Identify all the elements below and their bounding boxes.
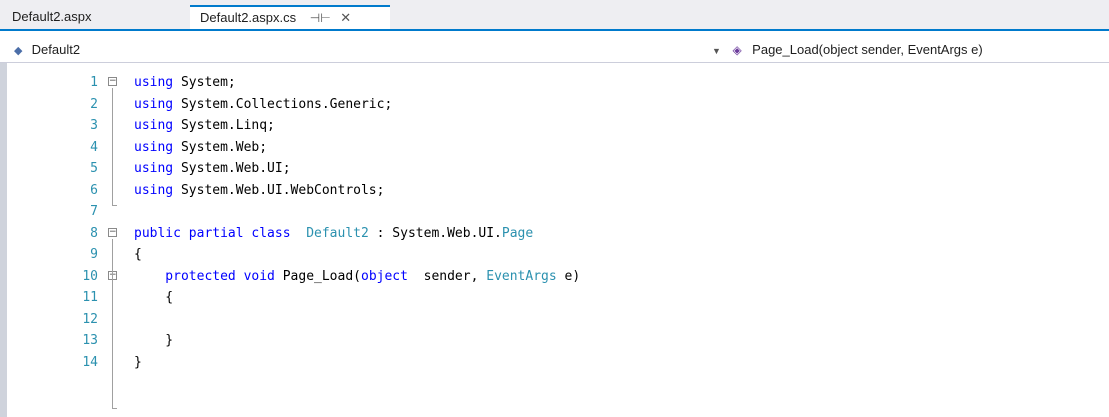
method-icon: ◈ bbox=[732, 43, 742, 57]
class-icon: ◆ bbox=[14, 45, 23, 57]
keyword-token: protected void bbox=[134, 269, 283, 284]
code-line[interactable]: 2 using System.Collections.Generic; bbox=[7, 94, 1107, 115]
code-text: } bbox=[134, 330, 173, 351]
tab-default2-aspx-cs[interactable]: Default2.aspx.cs ⊣⊢ ✕ bbox=[190, 5, 390, 31]
chevron-down-icon[interactable]: ▼ bbox=[712, 46, 721, 56]
line-number: 5 bbox=[90, 161, 98, 176]
outline-guide bbox=[112, 239, 113, 409]
keyword-token: public partial class bbox=[134, 226, 299, 241]
line-number: 9 bbox=[90, 247, 98, 262]
keyword-token: using bbox=[134, 75, 181, 90]
member-dropdown-label: Page_Load(object sender, EventArgs e) bbox=[752, 42, 983, 57]
collapse-icon[interactable]: − bbox=[108, 228, 117, 237]
document-tab-bar: Default2.aspx Default2.aspx.cs ⊣⊢ ✕ bbox=[0, 0, 1109, 31]
plain-token: : System.Web.UI. bbox=[368, 226, 502, 241]
line-number: 6 bbox=[90, 183, 98, 198]
line-number: 11 bbox=[82, 290, 98, 305]
line-number: 7 bbox=[90, 204, 98, 219]
code-line[interactable]: 5 using System.Web.UI; bbox=[7, 158, 1107, 179]
line-number: 8 bbox=[90, 226, 98, 241]
plain-token: } bbox=[134, 355, 142, 370]
code-line[interactable]: 1 − using System; bbox=[7, 72, 1107, 93]
keyword-token: object bbox=[361, 269, 416, 284]
line-number: 14 bbox=[82, 355, 98, 370]
code-line[interactable]: 3 using System.Linq; bbox=[7, 115, 1107, 136]
code-text: using System.Collections.Generic; bbox=[134, 94, 392, 115]
tab-label: Default2.aspx bbox=[12, 9, 92, 24]
code-line[interactable]: 9{ bbox=[7, 244, 1107, 265]
left-margin-bar bbox=[0, 63, 7, 417]
type-token: Page bbox=[501, 226, 534, 241]
code-line[interactable]: 11 { bbox=[7, 287, 1107, 308]
type-token: Default2 bbox=[298, 226, 369, 241]
member-dropdown[interactable]: ▼ ◈ Page_Load(object sender, EventArgs e… bbox=[712, 38, 983, 63]
keyword-token: using bbox=[134, 118, 181, 133]
keyword-token: using bbox=[134, 97, 181, 112]
code-line[interactable]: 14} bbox=[7, 352, 1107, 373]
code-line[interactable]: 13 } bbox=[7, 330, 1107, 351]
plain-token: System.Web.UI; bbox=[180, 161, 291, 176]
code-editor[interactable]: 1 − using System; 2 using System.Collections… bbox=[7, 64, 1109, 417]
outline-guide-end bbox=[112, 408, 117, 409]
code-text: { bbox=[134, 244, 142, 265]
code-line[interactable]: 8 − public partial class Default2 : System… bbox=[7, 223, 1107, 244]
keyword-token: using bbox=[134, 140, 181, 155]
class-dropdown[interactable]: ◆ Default2 bbox=[14, 38, 80, 63]
code-line[interactable]: 4 using System.Web; bbox=[7, 137, 1107, 158]
pin-icon[interactable]: ⊣⊢ bbox=[310, 11, 331, 25]
code-line[interactable]: 12 bbox=[7, 309, 1107, 330]
tab-default2-aspx[interactable]: Default2.aspx bbox=[2, 5, 180, 31]
code-text: using System.Web; bbox=[134, 137, 267, 158]
plain-token: e) bbox=[556, 269, 581, 284]
tab-accent-line bbox=[0, 29, 1109, 31]
line-number: 4 bbox=[90, 140, 98, 155]
code-line[interactable]: 6 using System.Web.UI.WebControls; bbox=[7, 180, 1107, 201]
code-text: { bbox=[134, 287, 173, 308]
plain-token: System.Collections.Generic; bbox=[180, 97, 393, 112]
keyword-token: using bbox=[134, 183, 181, 198]
line-number: 2 bbox=[90, 97, 98, 112]
type-token: EventArgs bbox=[486, 269, 557, 284]
plain-token: sender, bbox=[415, 269, 487, 284]
close-icon[interactable]: ✕ bbox=[340, 10, 351, 25]
plain-token: { bbox=[134, 247, 142, 262]
class-dropdown-label: Default2 bbox=[31, 42, 81, 57]
tab-label: Default2.aspx.cs bbox=[200, 10, 297, 25]
navigation-bar: ◆ Default2 ▼ ◈ Page_Load(object sender, … bbox=[0, 38, 1109, 63]
code-text: using System; bbox=[134, 72, 236, 93]
code-text: } bbox=[134, 352, 142, 373]
plain-token: } bbox=[134, 333, 174, 348]
collapse-icon[interactable]: − bbox=[108, 77, 117, 86]
plain-token: System.Linq; bbox=[180, 118, 275, 133]
code-text: using System.Web.UI; bbox=[134, 158, 291, 179]
line-number: 10 bbox=[82, 269, 98, 284]
plain-token: System.Web.UI.WebControls; bbox=[180, 183, 385, 198]
code-text: using System.Linq; bbox=[134, 115, 275, 136]
line-number: 13 bbox=[82, 333, 98, 348]
line-number: 3 bbox=[90, 118, 98, 133]
code-line[interactable]: 7 bbox=[7, 201, 1107, 222]
plain-token: System; bbox=[180, 75, 236, 90]
plain-token: System.Web; bbox=[180, 140, 268, 155]
plain-token: Page_Load( bbox=[282, 269, 361, 284]
outline-guide bbox=[112, 88, 113, 206]
line-number: 12 bbox=[82, 312, 98, 327]
code-text: protected void Page_Load(object sender, … bbox=[134, 266, 580, 287]
code-text: using System.Web.UI.WebControls; bbox=[134, 180, 384, 201]
outline-guide-end bbox=[112, 205, 117, 206]
line-number: 1 bbox=[90, 75, 98, 90]
keyword-token: using bbox=[134, 161, 181, 176]
plain-token: { bbox=[134, 290, 174, 305]
code-text: public partial class Default2 : System.W… bbox=[134, 223, 533, 244]
code-line[interactable]: 10− protected void Page_Load(object send… bbox=[7, 266, 1107, 287]
